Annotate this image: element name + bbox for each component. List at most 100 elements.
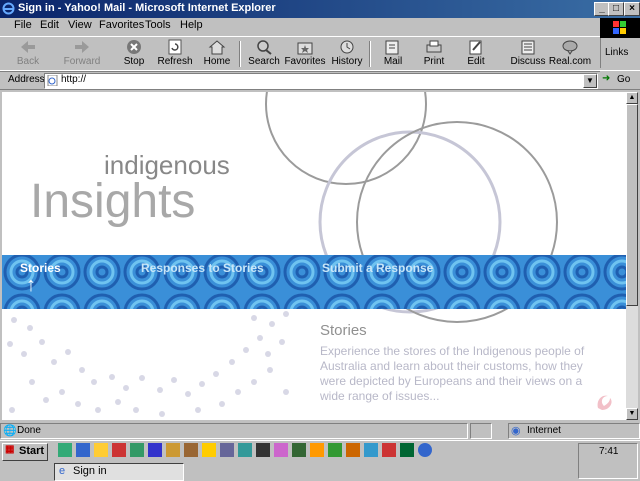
back-button[interactable]: Back [6, 38, 50, 70]
address-dropdown-icon[interactable]: ▼ [583, 74, 597, 88]
title-bar: Sign in - Yahoo! Mail - Microsoft Intern… [0, 0, 640, 18]
menu-help[interactable]: Help [180, 19, 203, 31]
close-button[interactable]: × [624, 2, 640, 16]
windows-logo-icon [600, 18, 640, 38]
status-network-icon [470, 423, 492, 439]
history-button[interactable]: History [325, 38, 369, 70]
quicklaunch-icon-4[interactable] [112, 443, 126, 457]
stop-label: Stop [123, 56, 145, 67]
favorites-button[interactable]: Favorites [283, 38, 327, 70]
menu-view[interactable]: View [68, 19, 92, 31]
quicklaunch-icon-13[interactable] [274, 443, 288, 457]
forward-button[interactable]: Forward [60, 38, 104, 70]
go-button[interactable]: ➜ Go [600, 72, 636, 87]
zone-panel: ◉ Internet [508, 423, 640, 439]
refresh-button[interactable]: Refresh [153, 38, 197, 70]
go-arrow-icon: ➜ [602, 73, 611, 84]
system-tray: 7:41 [578, 443, 638, 479]
go-label: Go [617, 74, 631, 85]
links-button[interactable]: Links [600, 38, 640, 68]
nav-submit[interactable]: Submit a Response [322, 261, 433, 275]
quicklaunch-icon-1[interactable] [58, 443, 72, 457]
quicklaunch-icon-14[interactable] [292, 443, 306, 457]
address-label: Address [8, 74, 45, 85]
quicklaunch-icon-11[interactable] [238, 443, 252, 457]
print-label: Print [423, 56, 445, 67]
brand-large: Insights [30, 175, 196, 228]
nav-stories[interactable]: Stories [20, 261, 61, 275]
quicklaunch-icon-2[interactable] [76, 443, 90, 457]
menu-file[interactable]: File [14, 19, 32, 31]
start-label: Start [19, 445, 45, 457]
home-label: Home [203, 56, 231, 67]
scroll-thumb[interactable] [626, 104, 638, 306]
zone-text: Internet [527, 425, 561, 436]
section-title: Stories [320, 322, 367, 339]
search-label: Search [248, 56, 280, 67]
quicklaunch-icon-6[interactable] [148, 443, 162, 457]
section-text: Experience the stores of the Indigenous … [320, 344, 585, 403]
scroll-down-icon[interactable]: ▼ [626, 408, 638, 420]
menu-edit[interactable]: Edit [40, 19, 59, 31]
real-button[interactable]: Real.com [548, 38, 592, 70]
start-button[interactable]: ▦ Start [2, 443, 48, 461]
refresh-icon [168, 39, 182, 55]
forward-arrow-icon [75, 41, 89, 53]
quicklaunch-icon-19[interactable] [382, 443, 396, 457]
menu-tools[interactable]: Tools [145, 19, 171, 31]
back-label: Back [16, 56, 40, 67]
page-content: indigenous Insights Stories ↑ Responses … [2, 92, 626, 420]
favorites-icon [297, 42, 313, 55]
quicklaunch-icon-15[interactable] [310, 443, 324, 457]
quicklaunch-icon-21[interactable] [418, 443, 432, 457]
edit-button[interactable]: Edit [454, 38, 498, 70]
mail-label: Mail [383, 56, 403, 67]
favorites-label: Favorites [284, 56, 326, 67]
task-label: Sign in [73, 465, 107, 477]
address-input[interactable]: http:// ▼ [44, 73, 598, 89]
quicklaunch-icon-12[interactable] [256, 443, 270, 457]
address-bar: Address http:// ▼ ➜ Go [0, 70, 640, 90]
nav-band [2, 255, 626, 309]
quicklaunch-icon-8[interactable] [184, 443, 198, 457]
ie-logo-icon [2, 2, 15, 15]
corner-logo-icon [597, 395, 612, 410]
search-button[interactable]: Search [242, 38, 286, 70]
maximize-button[interactable]: □ [608, 2, 624, 16]
stop-button[interactable]: Stop [112, 38, 156, 70]
scroll-up-icon[interactable]: ▲ [626, 92, 638, 104]
edit-icon [469, 40, 482, 55]
discuss-label: Discuss [510, 56, 546, 67]
status-panel: 🌐 Done [0, 423, 468, 439]
quicklaunch-icon-18[interactable] [364, 443, 378, 457]
address-value: http:// [61, 74, 87, 85]
quicklaunch-icon-20[interactable] [400, 443, 414, 457]
quicklaunch-icon-3[interactable] [94, 443, 108, 457]
quicklaunch-icon-7[interactable] [166, 443, 180, 457]
status-text: Done [17, 425, 41, 436]
quicklaunch-icon-16[interactable] [328, 443, 342, 457]
stop-icon [127, 40, 141, 54]
real-label: Real.com [548, 56, 592, 67]
search-icon [257, 40, 272, 55]
task-ie-icon: e [59, 465, 66, 477]
page-icon [47, 75, 58, 86]
menu-favorites[interactable]: Favorites [99, 19, 144, 31]
links-label: Links [605, 47, 629, 58]
vertical-scrollbar[interactable]: ▲ ▼ [626, 92, 638, 420]
ie-status-icon: 🌐 [3, 425, 17, 437]
back-arrow-icon [21, 41, 35, 53]
mail-button[interactable]: Mail [371, 38, 415, 70]
discuss-button[interactable]: Discuss [506, 38, 550, 70]
toolbar: Back Forward Stop Refresh Home Search Fa… [0, 36, 600, 72]
task-sign-in[interactable]: e Sign in [54, 463, 184, 481]
print-button[interactable]: Print [412, 38, 456, 70]
home-button[interactable]: Home [195, 38, 239, 70]
up-arrow-icon: ↑ [26, 274, 36, 296]
quicklaunch-icon-9[interactable] [202, 443, 216, 457]
quicklaunch-icon-5[interactable] [130, 443, 144, 457]
quicklaunch-icon-17[interactable] [346, 443, 360, 457]
history-label: History [331, 56, 363, 67]
nav-responses[interactable]: Responses to Stories [141, 261, 264, 275]
quicklaunch-icon-10[interactable] [220, 443, 234, 457]
